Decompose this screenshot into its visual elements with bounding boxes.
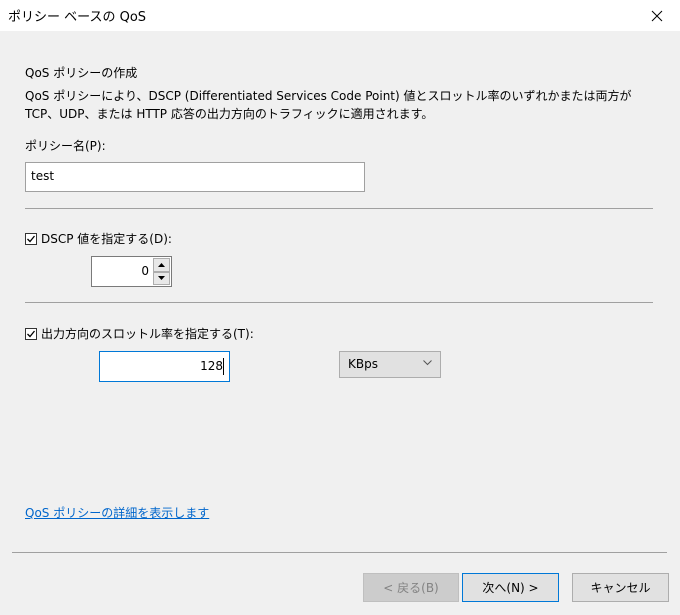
qos-details-link[interactable]: QoS ポリシーの詳細を表示します xyxy=(25,504,209,521)
chevron-down-icon xyxy=(423,360,432,366)
throttle-label: 出力方向のスロットル率を指定する(T): xyxy=(41,327,254,341)
close-icon xyxy=(651,10,663,21)
dscp-value-stepper[interactable]: 0 xyxy=(91,256,172,287)
back-button[interactable]: < 戻る(B) xyxy=(363,573,459,602)
dscp-increment-button[interactable] xyxy=(153,258,170,272)
separator xyxy=(12,552,667,553)
throttle-checkbox[interactable] xyxy=(25,327,37,340)
checkmark-icon xyxy=(27,330,36,337)
arrow-up-icon xyxy=(158,262,165,267)
window-title: ポリシー ベースの QoS xyxy=(8,10,147,25)
throttle-unit-select[interactable]: KBps xyxy=(339,351,441,378)
close-button[interactable] xyxy=(634,0,680,31)
text-caret xyxy=(223,358,224,375)
page-heading: QoS ポリシーの作成 xyxy=(25,66,138,80)
throttle-rate-input[interactable]: 128 xyxy=(99,351,230,382)
throttle-unit-value: KBps xyxy=(348,357,378,371)
throttle-checkbox-row[interactable]: 出力方向のスロットル率を指定する(T): xyxy=(25,325,254,342)
dialog-content: QoS ポリシーの作成 QoS ポリシーにより、DSCP (Differenti… xyxy=(0,31,680,615)
page-description: QoS ポリシーにより、DSCP (Differentiated Service… xyxy=(25,89,632,121)
dscp-decrement-button[interactable] xyxy=(153,271,170,285)
cancel-button[interactable]: キャンセル xyxy=(572,573,669,602)
dscp-checkbox-row[interactable]: DSCP 値を指定する(D): xyxy=(25,230,172,247)
next-button[interactable]: 次へ(N) > xyxy=(462,573,559,602)
separator xyxy=(25,302,653,303)
separator xyxy=(25,208,653,209)
policy-name-input[interactable]: test xyxy=(25,162,365,192)
checkmark-icon xyxy=(27,235,36,242)
policy-name-label: ポリシー名(P): xyxy=(25,139,106,153)
throttle-rate-value[interactable]: 128 xyxy=(200,359,223,373)
dscp-value[interactable]: 0 xyxy=(141,264,149,278)
dscp-label: DSCP 値を指定する(D): xyxy=(41,232,172,246)
title-bar: ポリシー ベースの QoS xyxy=(0,0,680,31)
dscp-checkbox[interactable] xyxy=(25,232,37,245)
arrow-down-icon xyxy=(158,276,165,281)
